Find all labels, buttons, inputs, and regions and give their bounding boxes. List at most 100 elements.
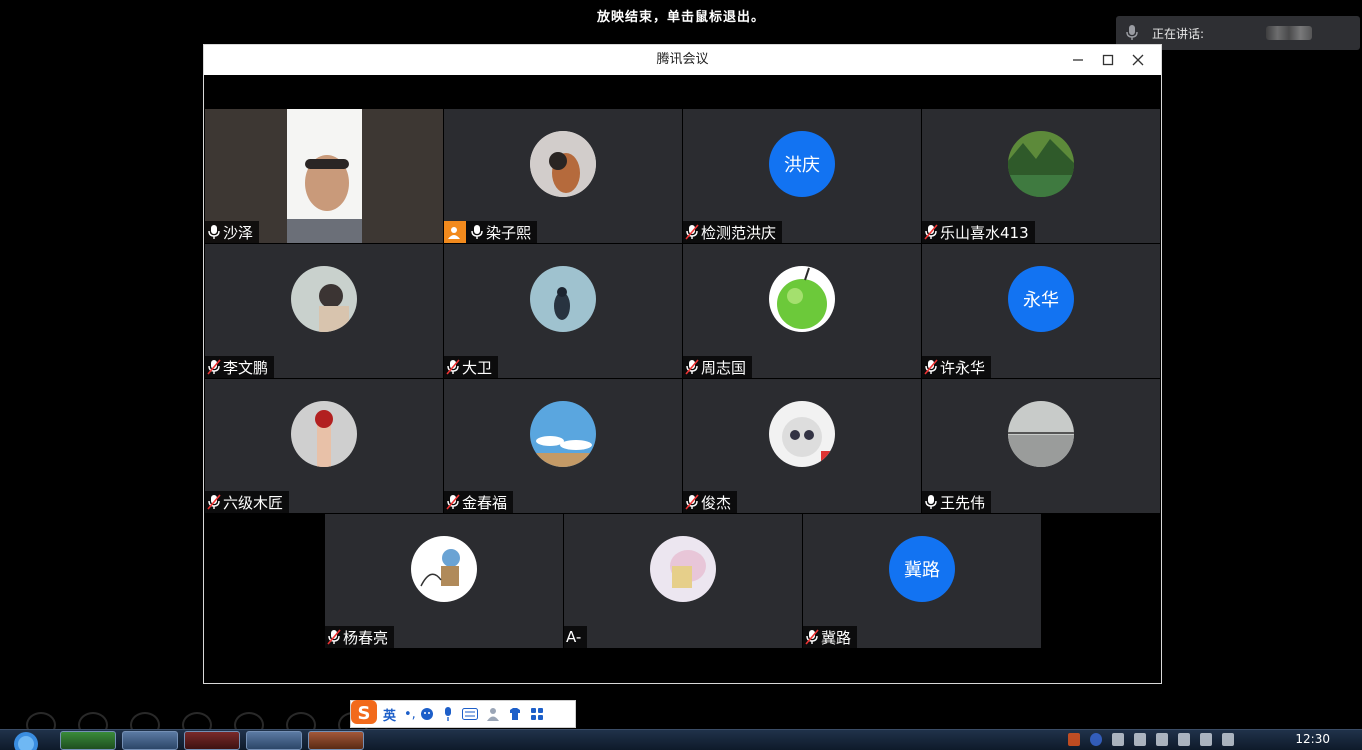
participant-tile[interactable]: A- <box>564 514 802 648</box>
participant-avatar <box>1008 401 1074 467</box>
mic-muted-icon <box>685 494 699 510</box>
participant-name: A- <box>566 628 582 646</box>
mic-muted-icon <box>685 359 699 375</box>
taskbar-app-slideshow[interactable] <box>308 731 364 750</box>
participant-name: 金春福 <box>462 493 508 512</box>
tray-window-icon[interactable] <box>1112 733 1124 746</box>
mic-muted-icon <box>924 224 938 240</box>
participant-tile[interactable]: 乐山喜水413 <box>922 109 1160 243</box>
participant-tile[interactable]: 俊杰 <box>683 379 921 513</box>
tray-flag-icon[interactable] <box>1156 733 1168 746</box>
participant-name: 冀路 <box>821 628 852 647</box>
mic-on-icon <box>925 495 937 509</box>
participant-tile[interactable]: 金春福 <box>444 379 682 513</box>
ime-toolbar[interactable]: S 英 •, <box>350 700 576 728</box>
mic-muted-icon <box>685 224 699 240</box>
participant-name: 沙泽 <box>223 223 254 242</box>
participant-avatar <box>411 536 477 602</box>
close-button[interactable] <box>1123 45 1153 75</box>
taskbar-app-meeting[interactable] <box>122 731 178 750</box>
participant-name-tag: 王先伟 <box>922 491 992 513</box>
participant-name: 许永华 <box>940 358 986 377</box>
participant-name: 李文鹏 <box>223 358 269 377</box>
participant-name-tag: 杨春亮 <box>325 626 395 648</box>
avatar-hand-flower-icon <box>291 401 357 467</box>
participant-tile[interactable]: 大卫 <box>444 244 682 378</box>
minimize-button[interactable] <box>1063 45 1093 75</box>
participant-tile[interactable]: 沙泽 <box>205 109 443 243</box>
participant-name-tag: A- <box>564 626 588 648</box>
avatar-sky-icon <box>530 401 596 467</box>
tray-help-icon[interactable] <box>1090 733 1102 746</box>
start-button-icon[interactable] <box>8 731 44 750</box>
taskbar-app-browser[interactable] <box>60 731 116 750</box>
avatar-photo-icon <box>530 131 596 197</box>
title-bar[interactable]: 腾讯会议 <box>204 45 1161 75</box>
participant-name: 杨春亮 <box>343 628 389 647</box>
participant-avatar <box>530 401 596 467</box>
participant-avatar <box>769 266 835 332</box>
participant-name-tag: 检测范洪庆 <box>683 221 783 243</box>
participant-name: 乐山喜水413 <box>940 223 1029 242</box>
host-badge <box>444 221 466 243</box>
avatar-book-icon <box>650 536 716 602</box>
mic-muted-icon <box>207 359 221 375</box>
participant-avatar <box>530 131 596 197</box>
participant-name-tag: 沙泽 <box>205 221 260 243</box>
participant-tile[interactable]: 染子熙 <box>444 109 682 243</box>
speaking-label: 正在讲话: <box>1152 26 1205 41</box>
avatar-cat-icon <box>769 401 835 467</box>
avatar-cartoon-icon <box>411 536 477 602</box>
participant-name-tag: 冀路 <box>803 626 858 648</box>
participant-name: 大卫 <box>462 358 493 377</box>
tray-volume-icon[interactable] <box>1222 733 1234 746</box>
mic-muted-icon <box>446 359 460 375</box>
participant-tile[interactable]: 李文鹏 <box>205 244 443 378</box>
participant-name-tag: 许永华 <box>922 356 992 378</box>
minimize-icon <box>1073 59 1083 61</box>
participant-name-tag: 乐山喜水413 <box>922 221 1035 243</box>
emoji-icon[interactable] <box>420 707 434 721</box>
participant-tile[interactable]: 永华 许永华 <box>922 244 1160 378</box>
voice-input-icon[interactable] <box>442 707 454 721</box>
mic-muted-icon <box>207 494 221 510</box>
tray-device-icon[interactable] <box>1178 733 1190 746</box>
mic-muted-icon <box>805 629 819 645</box>
toolbox-icon[interactable] <box>530 707 544 721</box>
participant-name: 俊杰 <box>701 493 732 512</box>
tray-network-icon[interactable] <box>1200 733 1212 746</box>
user-icon[interactable] <box>486 707 500 721</box>
participant-tile[interactable]: 周志国 <box>683 244 921 378</box>
participant-avatar <box>291 401 357 467</box>
participant-avatar <box>291 266 357 332</box>
ime-punctuation-toggle[interactable]: •, <box>404 707 416 722</box>
participant-tile[interactable]: 六级木匠 <box>205 379 443 513</box>
participant-tile[interactable]: 冀路 冀路 <box>803 514 1041 648</box>
taskbar-clock[interactable]: 12:30 <box>1295 732 1330 746</box>
maximize-button[interactable] <box>1093 45 1123 75</box>
participant-tile[interactable]: 杨春亮 <box>325 514 563 648</box>
ime-mode-toggle[interactable]: 英 <box>383 705 396 724</box>
tray-ime-icon[interactable] <box>1068 733 1080 746</box>
taskbar-app-window[interactable] <box>246 731 302 750</box>
participant-tile[interactable]: 洪庆 检测范洪庆 <box>683 109 921 243</box>
sogou-logo-icon[interactable]: S <box>349 696 379 726</box>
avatar-bird-icon <box>530 266 596 332</box>
participant-name-tag: 六级木匠 <box>205 491 290 513</box>
participant-name-tag: 金春福 <box>444 491 514 513</box>
microphone-icon <box>1126 25 1138 40</box>
participant-name-tag: 俊杰 <box>683 491 738 513</box>
participant-tile[interactable]: 王先伟 <box>922 379 1160 513</box>
keyboard-icon[interactable] <box>461 708 478 720</box>
window-title: 腾讯会议 <box>656 52 709 67</box>
skin-icon[interactable] <box>508 707 522 721</box>
tray-app-icon[interactable] <box>1134 733 1146 746</box>
participant-name-tag: 大卫 <box>444 356 499 378</box>
taskbar-app-wps[interactable] <box>184 731 240 750</box>
participant-name-tag: 周志国 <box>683 356 753 378</box>
participant-name: 周志国 <box>701 358 747 377</box>
mic-muted-icon <box>446 494 460 510</box>
avatar-apple-icon <box>769 266 835 332</box>
mic-muted-icon <box>327 629 341 645</box>
maximize-icon <box>1102 54 1114 66</box>
